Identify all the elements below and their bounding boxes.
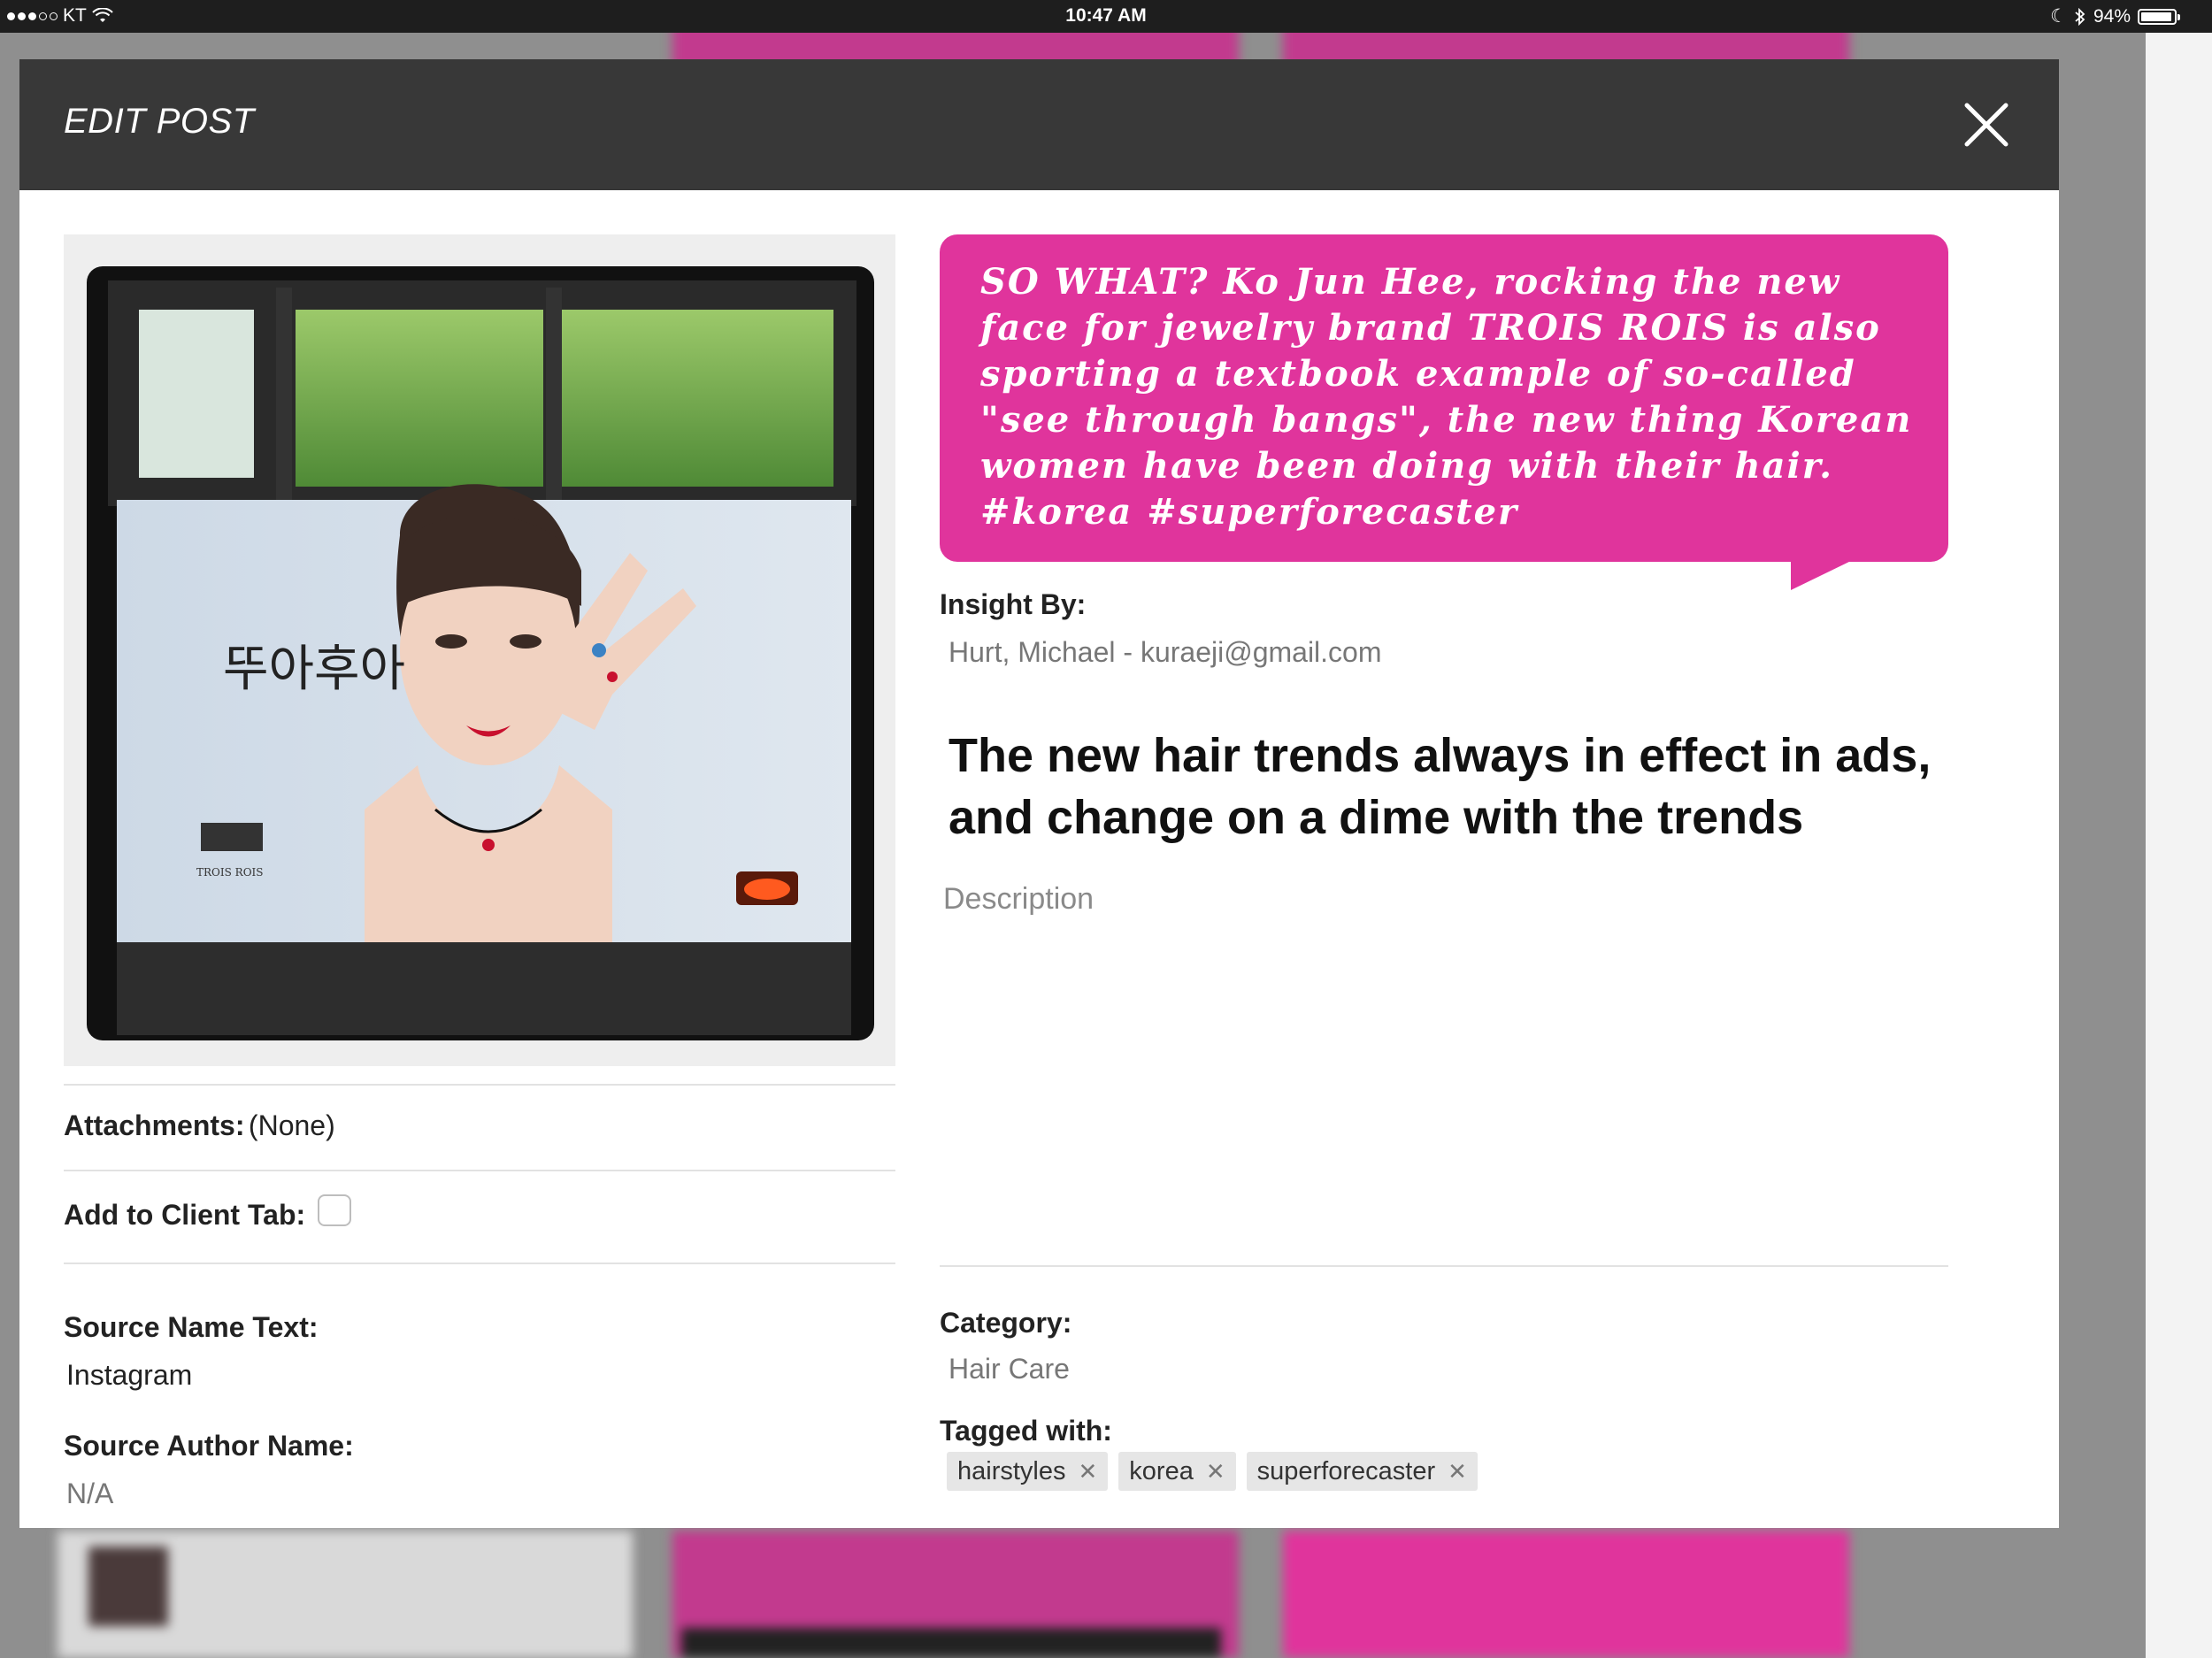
tag-label: superforecaster	[1256, 1456, 1436, 1485]
tag-list: hairstyles ✕ korea ✕ superforecaster ✕	[947, 1452, 1478, 1491]
client-tab-row: Add to Client Tab:	[64, 1194, 352, 1232]
tag-chip[interactable]: hairstyles ✕	[947, 1452, 1109, 1491]
client-tab-label: Add to Client Tab:	[64, 1199, 306, 1231]
remove-tag-icon[interactable]: ✕	[1448, 1458, 1467, 1485]
insight-by-value: Hurt, Michael - kuraeji@gmail.com	[949, 636, 1382, 668]
category-label: Category:	[940, 1307, 1072, 1339]
status-right: ☾ 94%	[2050, 5, 2180, 27]
insight-bubble-text: SO WHAT? Ko Jun Hee, rocking the new fac…	[980, 261, 1913, 533]
category-value[interactable]: Hair Care	[949, 1353, 1070, 1386]
tag-label: hairstyles	[957, 1456, 1066, 1485]
tag-label: korea	[1129, 1456, 1194, 1485]
divider	[64, 1170, 895, 1171]
insight-by-label: Insight By:	[940, 588, 1087, 620]
background-card	[1283, 1531, 1849, 1658]
background-image	[681, 1628, 1221, 1658]
client-tab-checkbox[interactable]	[318, 1194, 352, 1226]
attachments-row: Attachments: (None)	[64, 1109, 335, 1142]
tag-chip[interactable]: superforecaster ✕	[1246, 1452, 1478, 1491]
bus-ad-photo: 뚜아후아 TROIS ROIS	[87, 266, 874, 1040]
tag-chip[interactable]: korea ✕	[1118, 1452, 1236, 1491]
post-image[interactable]: 뚜아후아 TROIS ROIS	[64, 234, 895, 1066]
status-time: 10:47 AM	[1065, 5, 1147, 26]
status-bar: KT 10:47 AM ☾ 94%	[0, 0, 2212, 33]
close-icon	[1964, 103, 2008, 147]
bubble-tail	[1791, 560, 1853, 590]
source-name-value[interactable]: Instagram	[66, 1359, 192, 1392]
battery-percent: 94%	[2093, 5, 2131, 27]
bluetooth-icon	[2075, 7, 2085, 26]
tagged-with-label: Tagged with:	[940, 1415, 1112, 1447]
divider	[64, 1084, 895, 1086]
close-button[interactable]	[1958, 96, 2015, 153]
description-input[interactable]	[943, 882, 1948, 1183]
post-headline[interactable]: The new hair trends always in effect in …	[949, 725, 2010, 848]
background-avatar	[88, 1547, 168, 1626]
remove-tag-icon[interactable]: ✕	[1079, 1458, 1098, 1485]
modal-header: EDIT POST	[19, 59, 2059, 190]
source-author-value[interactable]: N/A	[66, 1478, 113, 1510]
moon-icon: ☾	[2050, 6, 2067, 27]
source-author-label: Source Author Name:	[64, 1430, 354, 1462]
attachments-label: Attachments:	[64, 1109, 245, 1141]
remove-tag-icon[interactable]: ✕	[1206, 1458, 1225, 1485]
source-name-label: Source Name Text:	[64, 1311, 319, 1343]
divider	[64, 1263, 895, 1264]
insight-bubble[interactable]: SO WHAT? Ko Jun Hee, rocking the new fac…	[940, 234, 1948, 562]
photo-ad-text: 뚜아후아	[223, 641, 405, 698]
background-scroll-strip	[2146, 0, 2212, 1658]
edit-post-modal: EDIT POST 뚜아후아 TROIS ROIS Attachments: (…	[19, 59, 2059, 1528]
attachments-value: (None)	[248, 1109, 335, 1141]
battery-fill	[2141, 12, 2171, 21]
photo-brand-text: TROIS ROIS	[196, 866, 264, 879]
battery-icon	[2138, 8, 2180, 25]
modal-title: EDIT POST	[64, 102, 255, 141]
divider	[940, 1265, 1948, 1267]
